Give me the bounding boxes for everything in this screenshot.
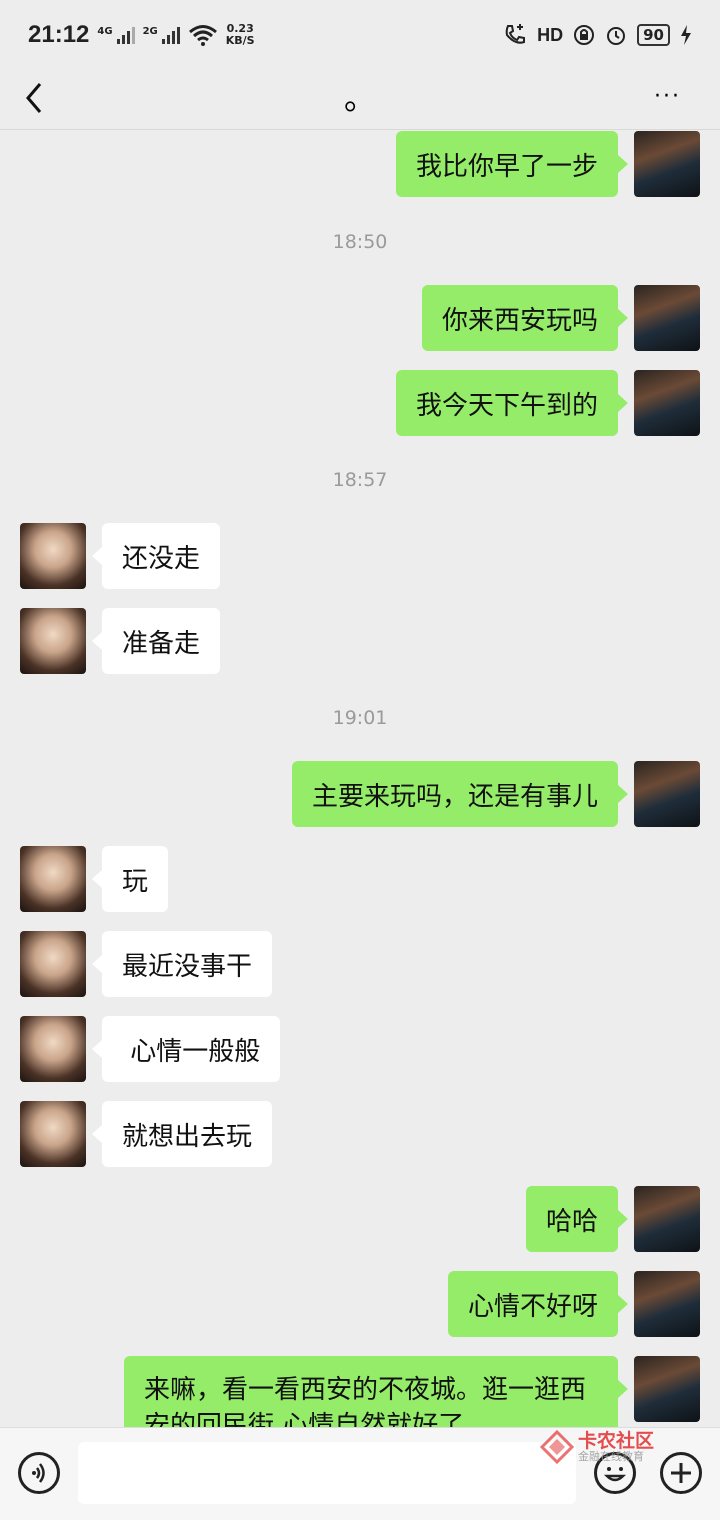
sent-message-bubble[interactable]: 我比你早了一步	[395, 131, 629, 197]
message-row: 玩	[0, 846, 720, 912]
charging-icon	[681, 25, 691, 45]
timestamp: 19:01	[332, 707, 388, 729]
voice-icon	[32, 1463, 45, 1483]
my-avatar[interactable]	[634, 761, 700, 827]
contact-avatar[interactable]	[20, 1101, 86, 1167]
my-avatar[interactable]	[634, 1356, 700, 1422]
lock-icon	[574, 25, 595, 45]
signal-2g-icon: 2G	[142, 25, 180, 44]
contact-avatar[interactable]	[20, 1016, 86, 1082]
contact-avatar[interactable]	[20, 523, 86, 589]
contact-avatar[interactable]	[20, 846, 86, 912]
signal-4g-label: 4G	[97, 25, 113, 37]
message-row: 就想出去玩	[0, 1101, 720, 1167]
signal-4g-icon: 4G	[97, 25, 135, 44]
message-row: 准备走	[0, 608, 720, 674]
message-row: 心情不好呀	[0, 1271, 720, 1337]
net-speed: 0.23 KB/S	[226, 23, 255, 47]
message-row: 最近没事干	[0, 931, 720, 997]
watermark-text: 卡农社区	[578, 1430, 655, 1452]
timestamp: 18:50	[332, 231, 388, 253]
watermark: 卡农社区 金融在线教育	[540, 1430, 654, 1464]
message-row: 来嘛，看一看西安的不夜城。逛一逛西安的回民街,心情自然就好了	[0, 1356, 720, 1427]
chat-messages[interactable]: 我比你早了一步 18:50 你来西安玩吗 我今天下午到的 18:57 还没走 准…	[0, 131, 720, 1427]
nav-bar: 。 ···	[0, 70, 720, 130]
my-avatar[interactable]	[634, 370, 700, 436]
alarm-icon	[607, 27, 626, 45]
chat-title: 。	[343, 79, 376, 117]
message-row: 主要来玩吗，还是有事儿	[0, 761, 720, 827]
message-row: 哈哈	[0, 1186, 720, 1252]
clock: 21:12	[28, 21, 90, 48]
watermark-logo-icon	[540, 1430, 574, 1464]
timestamp: 18:57	[332, 469, 388, 491]
message-row: 心情一般般	[0, 1016, 720, 1082]
sent-message-bubble[interactable]: 你来西安玩吗	[421, 285, 629, 351]
sent-message-bubble[interactable]: 心情不好呀	[447, 1271, 629, 1337]
status-left: 21:12 4G 2G 0.23 KB/S	[28, 21, 255, 49]
my-avatar[interactable]	[634, 285, 700, 351]
battery-icon: 90	[637, 24, 670, 46]
message-row: 还没走	[0, 523, 720, 589]
message-input[interactable]	[78, 1442, 576, 1504]
voice-input-button[interactable]	[18, 1452, 60, 1494]
status-right: HD 90	[503, 23, 692, 47]
signal-2g-label: 2G	[142, 25, 158, 37]
my-avatar[interactable]	[634, 131, 700, 197]
contact-avatar[interactable]	[20, 931, 86, 997]
message-row: 我比你早了一步	[0, 131, 720, 197]
my-avatar[interactable]	[634, 1271, 700, 1337]
more-functions-button[interactable]	[660, 1452, 702, 1494]
message-row: 我今天下午到的	[0, 370, 720, 436]
contact-avatar[interactable]	[20, 608, 86, 674]
received-message-bubble[interactable]: 玩	[91, 846, 169, 912]
received-message-bubble[interactable]: 还没走	[91, 523, 221, 589]
net-speed-unit: KB/S	[225, 34, 255, 47]
call-icon	[505, 24, 526, 44]
plus-icon	[671, 1463, 691, 1483]
received-message-bubble[interactable]: 就想出去玩	[91, 1101, 273, 1167]
my-avatar[interactable]	[634, 1186, 700, 1252]
hd-icon: HD	[537, 24, 564, 45]
watermark-text-block: 卡农社区 金融在线教育	[578, 1431, 654, 1463]
wifi-icon	[188, 25, 217, 46]
watermark-subtext: 金融在线教育	[578, 1450, 644, 1463]
message-row: 你来西安玩吗	[0, 285, 720, 351]
sent-message-bubble[interactable]: 来嘛，看一看西安的不夜城。逛一逛西安的回民街,心情自然就好了	[124, 1356, 628, 1427]
more-options-icon[interactable]: ···	[654, 84, 694, 109]
status-bar: 21:12 4G 2G 0.23 KB/S HD 90	[0, 0, 720, 70]
sent-message-bubble[interactable]: 哈哈	[525, 1186, 629, 1252]
sent-message-bubble[interactable]: 我今天下午到的	[395, 370, 629, 436]
sent-message-bubble[interactable]: 主要来玩吗，还是有事儿	[291, 761, 629, 827]
received-message-bubble[interactable]: 最近没事干	[91, 931, 273, 997]
received-message-bubble[interactable]: 心情一般般	[91, 1016, 281, 1082]
received-message-bubble[interactable]: 准备走	[91, 608, 221, 674]
